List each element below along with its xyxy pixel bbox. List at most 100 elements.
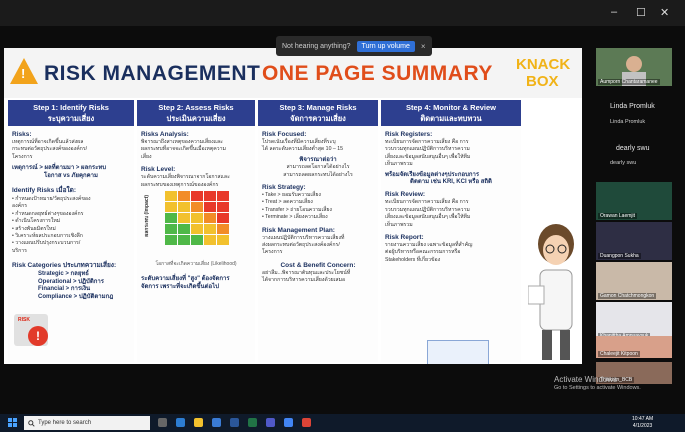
matrix-cell [191, 224, 203, 235]
clock-date: 4/1/2023 [632, 423, 653, 429]
clock-time: 10:47 AM [632, 416, 654, 422]
matrix-cell [165, 191, 177, 202]
step3-consider-line: สามารถลดโอกาสได้อย่างไร [286, 164, 350, 171]
close-button[interactable]: ✕ [660, 6, 669, 19]
step3-focused-title: Risk Focused: [262, 131, 307, 138]
edge-icon[interactable] [176, 418, 185, 427]
step1-list-item: • กำหนดเป้าหมาย/วัตถุประสงค์ของ [12, 196, 91, 203]
matrix-cell [204, 202, 216, 213]
step2-level-title: Risk Level: [141, 166, 176, 174]
logo-line1: KNACK [516, 56, 571, 73]
participant-tile-label: Aumporn Chantaramanee [598, 79, 660, 85]
top-bar: – ☐ ✕ [0, 0, 685, 26]
warning-mark: ! [21, 66, 26, 81]
matrix-cell [178, 202, 190, 213]
step1-subtitle: ระบุความเสี่ยง [47, 114, 95, 123]
step2-text: ระดับความเสี่ยงพิจารณาจากโอกาสและ [141, 174, 230, 181]
turn-up-volume-button[interactable]: Turn up volume [356, 40, 415, 52]
matrix-cell [178, 213, 190, 224]
participant-video-tile[interactable]: Chaleejit Kitpoon [596, 336, 672, 358]
step3-column: Step 3: Manage Risks จัดการความเสี่ยง Ri… [258, 100, 378, 362]
task-view-icon[interactable] [158, 418, 167, 427]
matrix-cell [217, 224, 229, 235]
taskbar-search-input[interactable]: Type here to search [24, 416, 150, 430]
participant-video-tile[interactable]: Aumporn Chantaramanee [596, 48, 672, 86]
search-icon [28, 419, 35, 427]
step1-categories-title: Risk Categories ประเภทความเสี่ยง: [12, 262, 117, 270]
step3-consider-line: สามารถลดผลกระทบได้อย่างไร [283, 171, 353, 178]
step1-category: Financial > การเงิน [38, 286, 91, 293]
step2-subtitle: ประเมินความเสี่ยง [166, 114, 226, 123]
participant-video-tile[interactable]: Khanittha Amnuaysuk [596, 302, 672, 340]
matrix-cell [204, 191, 216, 202]
risk-matrix-area: ผลกระทบ (Impact) [137, 191, 255, 261]
step1-category: Compliance > ปฏิบัติตามกฎ [38, 293, 114, 300]
step1-identify-title: Identify Risks เมื่อใด: [12, 187, 77, 195]
logo-line2: BOX [526, 73, 559, 90]
shared-slide: ! RISK MANAGEMENT ONE PAGE SUMMARY KNACK… [4, 48, 582, 364]
close-notification-icon[interactable]: × [421, 42, 426, 51]
step1-risks-title: Risks: [12, 131, 32, 138]
participant-video-tile[interactable]: Gamon Chatchmongkon [596, 262, 672, 300]
participant-video-tile[interactable]: Duangpon Sukha [596, 222, 672, 260]
activate-windows-watermark: Activate Windows Go to Settings to activ… [554, 375, 641, 391]
matrix-cell [191, 213, 203, 224]
maximize-button[interactable]: ☐ [636, 6, 646, 19]
step2-text: ผลกระทบของเหตุการณ์ขององค์กร [141, 181, 219, 188]
step1-list-item: องค์กร [12, 203, 28, 210]
step2-high-risk-note: ระดับความเสี่ยงที่ "สูง" ต้องจัดการ [141, 276, 230, 283]
step4-kri-note: ติดตาม เช่น KRI, KCI หรือ สถิติ [410, 179, 492, 186]
matrix-cell [217, 213, 229, 224]
matrix-likelihood-label: โอกาสที่จะเกิดความเสี่ยง (Likelihood) [155, 261, 237, 268]
risk-sign-label: RISK [18, 317, 30, 323]
step4-subtitle: ติดตามและทบทวน [420, 114, 482, 123]
matrix-cell [204, 224, 216, 235]
step4-title: Step 4: Monitor & Review [405, 103, 496, 112]
word-icon[interactable] [230, 418, 239, 427]
participant-tile-label: Orawan Laemjit [598, 213, 638, 219]
audio-notification: Not hearing anything? Turn up volume × [276, 36, 432, 56]
teams-icon[interactable] [266, 418, 275, 427]
step1-text: กระทบต่อวัตถุประสงค์ขององค์กร/ [12, 146, 88, 153]
step4-text: ทะเบียนการจัดการความเสี่ยง คือ การ [385, 199, 469, 206]
zoom-icon[interactable] [284, 418, 293, 427]
step4-review-title: Risk Review: [385, 191, 426, 199]
matrix-cell [191, 235, 203, 246]
participant-tile-label: Gamon Chatchmongkon [598, 293, 657, 299]
matrix-cell [178, 235, 190, 246]
start-button-icon[interactable] [8, 418, 18, 428]
step4-registers-title: Risk Registers: [385, 131, 433, 138]
step3-strategy-item: • Treat > ลดความเสี่ยง [262, 199, 313, 206]
store-icon[interactable] [212, 418, 221, 427]
notification-text: Not hearing anything? [282, 42, 351, 50]
activate-hint: Go to Settings to activate Windows. [554, 385, 641, 391]
risk-sign-image: RISK ! [14, 314, 48, 346]
taskbar-clock[interactable]: 10:47 AM 4/1/2023 [632, 416, 653, 430]
step2-analysis-title: Risks Analysis: [141, 131, 189, 138]
matrix-cell [204, 213, 216, 224]
excel-icon[interactable] [248, 418, 257, 427]
step4-text: ต่อผู้บริหารหรือคณะกรรมการหรือ [385, 249, 461, 256]
matrix-cell [178, 224, 190, 235]
matrix-cell [217, 191, 229, 202]
step2-column: Step 2: Assess Risks ประเมินความเสี่ยง R… [137, 100, 255, 362]
windows-taskbar: Type here to search 10:47 AM 4/1/2023 [0, 414, 685, 432]
participant-name: dearly swu [616, 145, 650, 152]
matrix-cell [217, 202, 229, 213]
step4-text: เห็นภาพรวม [385, 221, 413, 228]
step1-chain: เหตุการณ์ > ผลที่ตามมา > ผลกระทบ [12, 165, 107, 172]
step3-strategy-item: • Terminate > เลี่ยงความเสี่ยง [262, 214, 328, 221]
matrix-cell [165, 213, 177, 224]
matrix-cell [204, 235, 216, 246]
step2-high-risk-note: จัดการ เพราะที่จะเกิดขึ้นต่อไป [141, 283, 219, 290]
participant-sub-name: dearly swu [610, 160, 637, 166]
step3-text: ได้ ลดระดับความเสี่ยงต่ำสุด 10 – 15 [262, 146, 343, 153]
step1-category: Strategic > กลยุทธ์ [38, 271, 89, 278]
file-explorer-icon[interactable] [194, 418, 203, 427]
participant-video-tile[interactable]: Orawan Laemjit [596, 182, 672, 220]
step1-list-item: บริการ [12, 247, 27, 254]
cartoon-person-image [528, 224, 574, 360]
minimize-button[interactable]: – [611, 6, 617, 18]
step4-text: รวบรวมทุกแผนปฏิบัติการบริหารความ [385, 146, 470, 153]
chrome-icon[interactable] [302, 418, 311, 427]
